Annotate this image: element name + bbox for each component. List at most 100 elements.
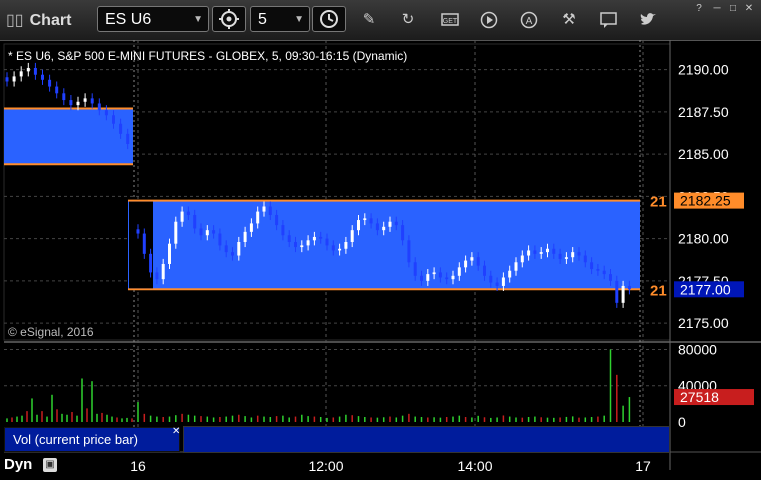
price-panel-border — [3, 43, 671, 341]
candle — [596, 269, 600, 271]
candle — [174, 221, 178, 244]
time-template-button[interactable] — [312, 6, 346, 32]
candle — [161, 263, 165, 280]
candle — [294, 242, 297, 248]
candle — [180, 211, 184, 222]
candle — [231, 252, 234, 256]
play-icon[interactable] — [478, 9, 500, 31]
price-tag-text: 2182.25 — [680, 193, 731, 209]
get-icon[interactable]: GET — [440, 9, 462, 31]
price-tag-left-label: 21 — [650, 282, 667, 299]
tools-icon[interactable]: ⚒ — [558, 9, 580, 31]
prev-day-candle — [26, 67, 30, 72]
prev-day-candle — [83, 98, 87, 102]
volume-study-label[interactable]: Vol (current price bar) — [4, 427, 180, 452]
prev-day-candle — [5, 77, 9, 82]
candle — [609, 274, 612, 281]
range-box — [128, 200, 640, 290]
price-axis-label: 2190.00 — [678, 62, 729, 78]
prev-day-candle — [76, 101, 80, 106]
chevron-down-icon[interactable]: ▼ — [294, 7, 304, 33]
candle — [564, 257, 568, 259]
price-axis-label: 2185.00 — [678, 146, 729, 162]
candle — [476, 257, 480, 266]
candle — [590, 262, 594, 270]
candle — [426, 274, 430, 281]
candle — [218, 233, 222, 246]
prev-day-candle — [62, 93, 66, 101]
candle — [338, 248, 342, 251]
volume-axis-label: 80000 — [678, 341, 717, 357]
candle — [268, 206, 272, 215]
help-icon[interactable]: ? — [690, 2, 708, 16]
price-chart-svg[interactable]: 2190.002187.502185.002182.502180.002177.… — [0, 40, 761, 480]
candle — [602, 270, 606, 275]
candle — [483, 265, 486, 276]
candle — [287, 235, 291, 242]
candle — [432, 272, 436, 275]
candle — [382, 226, 386, 231]
candle — [445, 277, 449, 280]
candle — [312, 236, 316, 241]
candle — [552, 248, 556, 254]
candle — [212, 230, 216, 234]
candle — [224, 245, 228, 253]
alert-icon[interactable]: A — [518, 9, 540, 31]
candle — [344, 242, 348, 249]
comment-icon[interactable] — [598, 9, 620, 31]
candle — [451, 275, 455, 280]
interval-combo[interactable]: 5 ▼ — [250, 6, 310, 32]
close-icon[interactable]: ✕ — [172, 426, 180, 437]
candle — [388, 221, 392, 227]
cycle-icon[interactable]: ↻ — [397, 9, 419, 31]
chevron-down-icon[interactable]: ▼ — [193, 7, 203, 33]
close-icon[interactable]: ✕ — [740, 2, 758, 16]
symbol-value: ES U6 — [105, 11, 152, 28]
svg-text:GET: GET — [443, 18, 458, 25]
candle — [533, 250, 537, 254]
candle — [193, 214, 197, 229]
pencil-icon[interactable]: ✎ — [358, 9, 380, 31]
prev-day-candle — [119, 123, 123, 134]
candle — [508, 270, 512, 278]
volume-tag-text: 27518 — [680, 389, 719, 405]
candle — [237, 242, 241, 256]
volume-study-strip — [183, 426, 670, 453]
twitter-icon[interactable] — [637, 9, 659, 31]
window-title-text: Chart — [29, 12, 72, 29]
lock-icon[interactable]: ▣ — [43, 458, 57, 472]
candle — [186, 211, 190, 215]
candle — [527, 250, 531, 256]
candle — [627, 285, 631, 290]
price-axis-label: 2180.00 — [678, 231, 729, 247]
candle — [136, 229, 140, 234]
chart-area[interactable]: 2190.002187.502185.002182.502180.002177.… — [0, 40, 761, 480]
candle — [149, 253, 153, 273]
candle — [300, 245, 304, 248]
candle — [401, 225, 405, 241]
price-axis-label: 2175.00 — [678, 315, 729, 331]
candle — [363, 218, 367, 221]
candle — [514, 262, 518, 271]
candle — [495, 282, 499, 286]
chart-window-icon: ▯▯ — [6, 12, 24, 29]
time-axis-label: 16 — [130, 458, 146, 474]
prev-day-candle — [12, 76, 16, 82]
price-tag-text: 2177.00 — [680, 281, 731, 297]
candle — [615, 280, 619, 303]
prev-day-candle — [90, 98, 94, 104]
prev-day-candle — [55, 86, 59, 94]
candle — [262, 206, 266, 212]
candle — [621, 285, 625, 303]
candle — [357, 220, 360, 231]
dynamic-mode-label[interactable]: Dyn — [4, 456, 32, 473]
symbol-combo[interactable]: ES U6 ▼ — [97, 6, 209, 32]
candle — [375, 223, 379, 231]
candle — [457, 267, 461, 276]
candle — [464, 260, 468, 268]
prev-day-candle — [69, 100, 73, 106]
candle — [583, 255, 587, 263]
svg-text:A: A — [526, 16, 533, 27]
clock-icon — [320, 10, 338, 28]
interval-settings-button[interactable] — [212, 6, 246, 32]
